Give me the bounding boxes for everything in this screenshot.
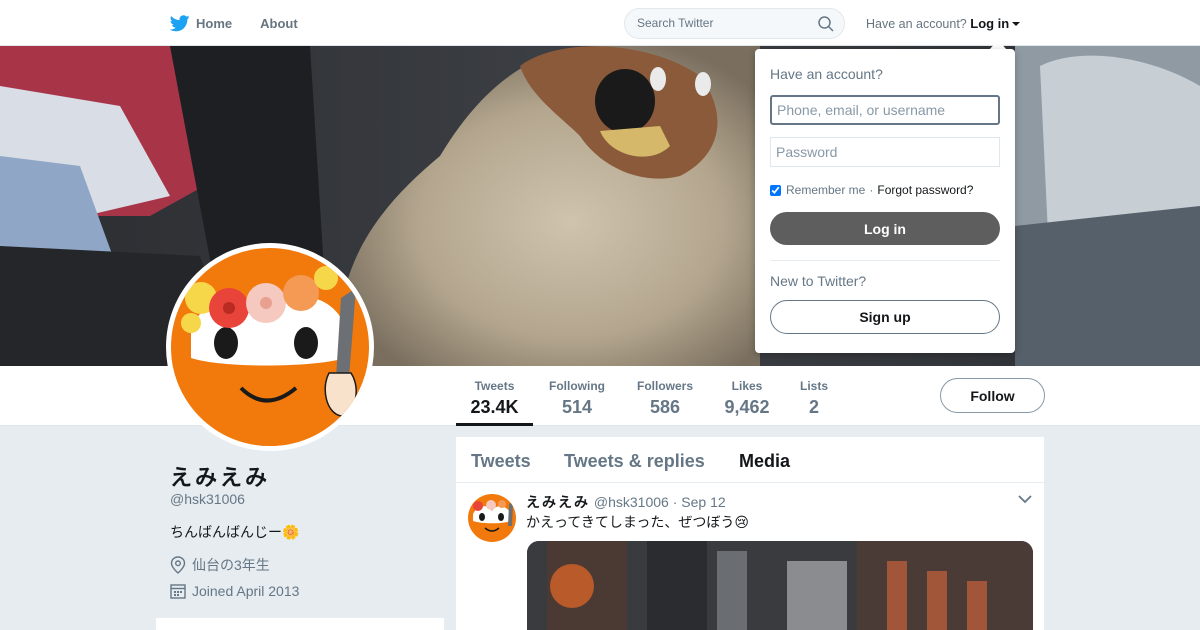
login-dropdown: Have an account? Remember me · Forgot pa… [755, 49, 1015, 353]
login-button[interactable]: Log in [770, 212, 1000, 245]
profile-handle[interactable]: @hsk31006 [170, 491, 245, 507]
stat-label: Lists [799, 379, 828, 393]
profile-avatar[interactable] [166, 243, 374, 451]
remember-me-checkbox[interactable] [770, 184, 781, 196]
stat-label: Likes [731, 379, 763, 393]
profile-location: 仙台の3年生 [170, 555, 270, 575]
stat-following[interactable]: Following 514 [540, 366, 614, 426]
new-to-twitter-text: New to Twitter? [770, 273, 867, 289]
location-text: 仙台の3年生 [192, 557, 270, 573]
stat-value: 23.4K [470, 397, 519, 417]
calendar-icon [170, 584, 186, 599]
account-prompt: Have an account? Log in [866, 16, 1021, 31]
timeline-tabs: Tweets Tweets & replies Media [456, 437, 1044, 483]
tweet-avatar[interactable] [468, 494, 516, 542]
stat-value: 514 [561, 397, 593, 417]
stat-lists[interactable]: Lists 2 [792, 366, 836, 426]
remember-separator: · [869, 183, 874, 197]
tweet-avatar-illustration [468, 494, 516, 542]
stat-likes[interactable]: Likes 9,462 [716, 366, 778, 426]
search-input[interactable] [637, 16, 807, 30]
tweet-photo [527, 541, 1033, 630]
dropdown-divider [770, 260, 1000, 261]
tweet[interactable]: えみえみ @hsk31006 · Sep 12 かえってきてしまった、ぜつぼう😢 [456, 484, 1044, 630]
tab-media[interactable]: Media [739, 451, 790, 472]
remember-row: Remember me · Forgot password? [770, 183, 973, 197]
stat-label: Tweets [474, 379, 515, 393]
signup-button[interactable]: Sign up [770, 300, 1000, 334]
tweet-author-name[interactable]: えみえみ [526, 494, 590, 510]
profile-bio: ちんばんばんじー🌼 [170, 524, 300, 540]
password-field[interactable] [770, 137, 1000, 167]
tab-tweets[interactable]: Tweets [471, 451, 531, 472]
location-pin-icon [170, 556, 186, 574]
tweet-author-handle[interactable]: @hsk31006 [594, 494, 669, 510]
tweet-separator: · [672, 494, 678, 510]
nav-about[interactable]: About [260, 16, 298, 31]
profile-joined: Joined April 2013 [170, 583, 299, 599]
nav-left: Home About [170, 0, 326, 46]
stat-value: 2 [808, 397, 819, 417]
dropdown-title: Have an account? [770, 66, 883, 82]
login-toggle[interactable]: Log in [970, 16, 1021, 31]
nav-home-label: Home [196, 15, 233, 31]
follow-button[interactable]: Follow [940, 378, 1045, 413]
search-icon[interactable] [818, 16, 834, 32]
tweet-text: かえってきてしまった、ぜつぼう😢 [526, 514, 749, 530]
stat-label: Following [549, 379, 605, 393]
display-name[interactable]: えみえみ [170, 460, 270, 492]
forgot-password-link[interactable]: Forgot password? [877, 183, 973, 197]
nav-home[interactable]: Home [170, 14, 233, 32]
caret-down-icon [1012, 21, 1021, 26]
sidebar-module [156, 618, 444, 630]
login-toggle-label: Log in [970, 16, 1010, 31]
tweet-media-photo[interactable] [527, 541, 1033, 630]
search-box[interactable] [624, 8, 845, 39]
tweet-timestamp[interactable]: Sep 12 [681, 494, 725, 510]
nav-about-label: About [260, 15, 298, 31]
have-account-text: Have an account? [866, 17, 967, 31]
stat-tweets[interactable]: Tweets 23.4K [456, 366, 533, 426]
stat-value: 586 [649, 397, 681, 417]
stat-label: Followers [636, 379, 693, 393]
avatar-illustration [171, 248, 369, 446]
stat-followers[interactable]: Followers 586 [628, 366, 702, 426]
chevron-down-icon[interactable] [1018, 494, 1032, 504]
stat-value: 9,462 [724, 397, 770, 417]
tab-tweets-replies[interactable]: Tweets & replies [564, 451, 705, 472]
tweet-header: えみえみ @hsk31006 · Sep 12 [526, 492, 726, 512]
top-navigation: Home About Have an account? Log in [0, 0, 1200, 46]
joined-text: Joined April 2013 [192, 583, 300, 599]
remember-me-label[interactable]: Remember me [786, 183, 865, 197]
twitter-bird-icon [170, 14, 190, 31]
username-field[interactable] [770, 95, 1000, 125]
timeline: Tweets Tweets & replies Media えみえみ @hsk3… [456, 437, 1044, 630]
